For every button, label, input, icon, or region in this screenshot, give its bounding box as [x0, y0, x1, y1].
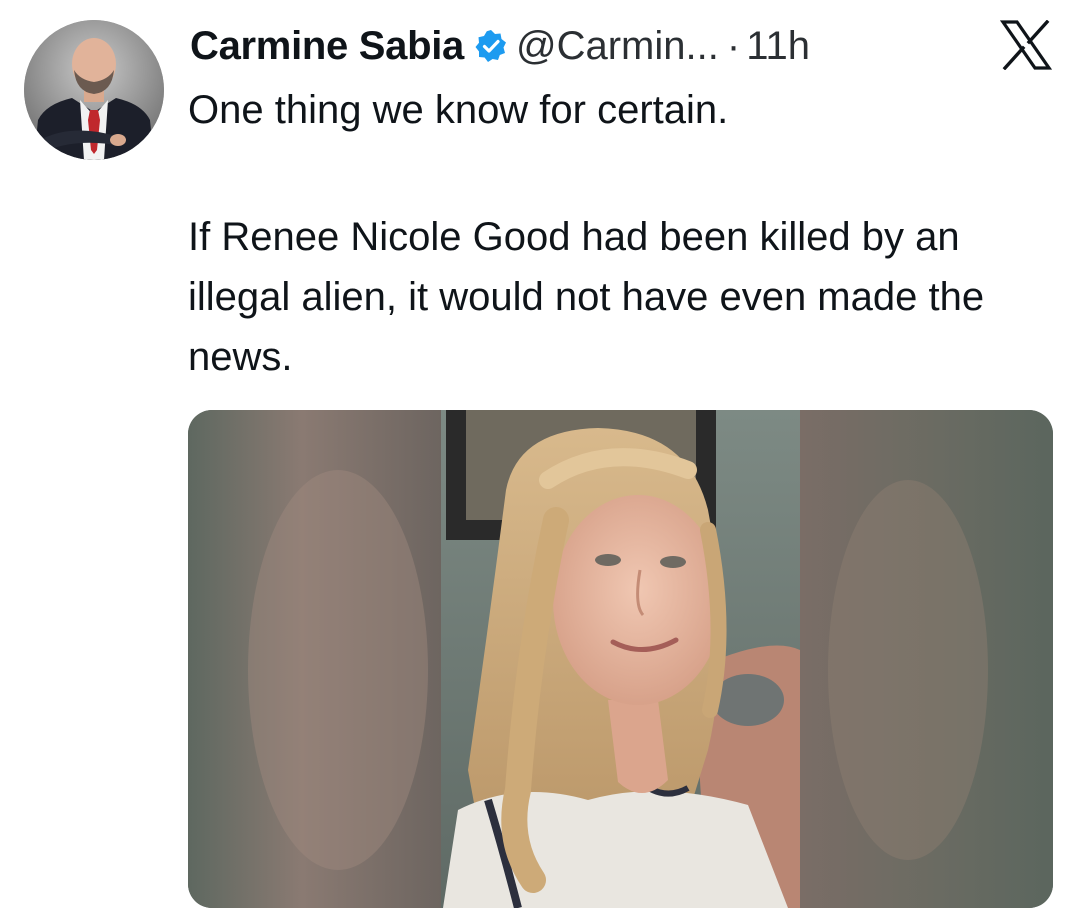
author-handle[interactable]: @Carmin... — [516, 24, 719, 69]
verified-badge-icon — [474, 29, 508, 63]
tweet-card: Carmine Sabia @Carmin... · 11h One thing… — [0, 0, 1080, 924]
woman-photo-icon — [188, 410, 1053, 908]
author-display-name[interactable]: Carmine Sabia — [190, 24, 464, 69]
tweet-media-image[interactable] — [188, 410, 1053, 908]
x-logo-icon — [999, 19, 1053, 71]
tweet-paragraph: One thing we know for certain. — [188, 88, 729, 132]
meta-separator: · — [726, 23, 741, 68]
tweet-header: Carmine Sabia @Carmin... · 11h — [190, 18, 810, 74]
tweet-body: One thing we know for certain. If Renee … — [188, 80, 1048, 387]
tweet-timestamp[interactable]: 11h — [746, 24, 810, 69]
author-avatar[interactable] — [24, 20, 164, 160]
avatar-photo-icon — [24, 20, 164, 160]
tweet-paragraph: If Renee Nicole Good had been killed by … — [188, 215, 985, 379]
